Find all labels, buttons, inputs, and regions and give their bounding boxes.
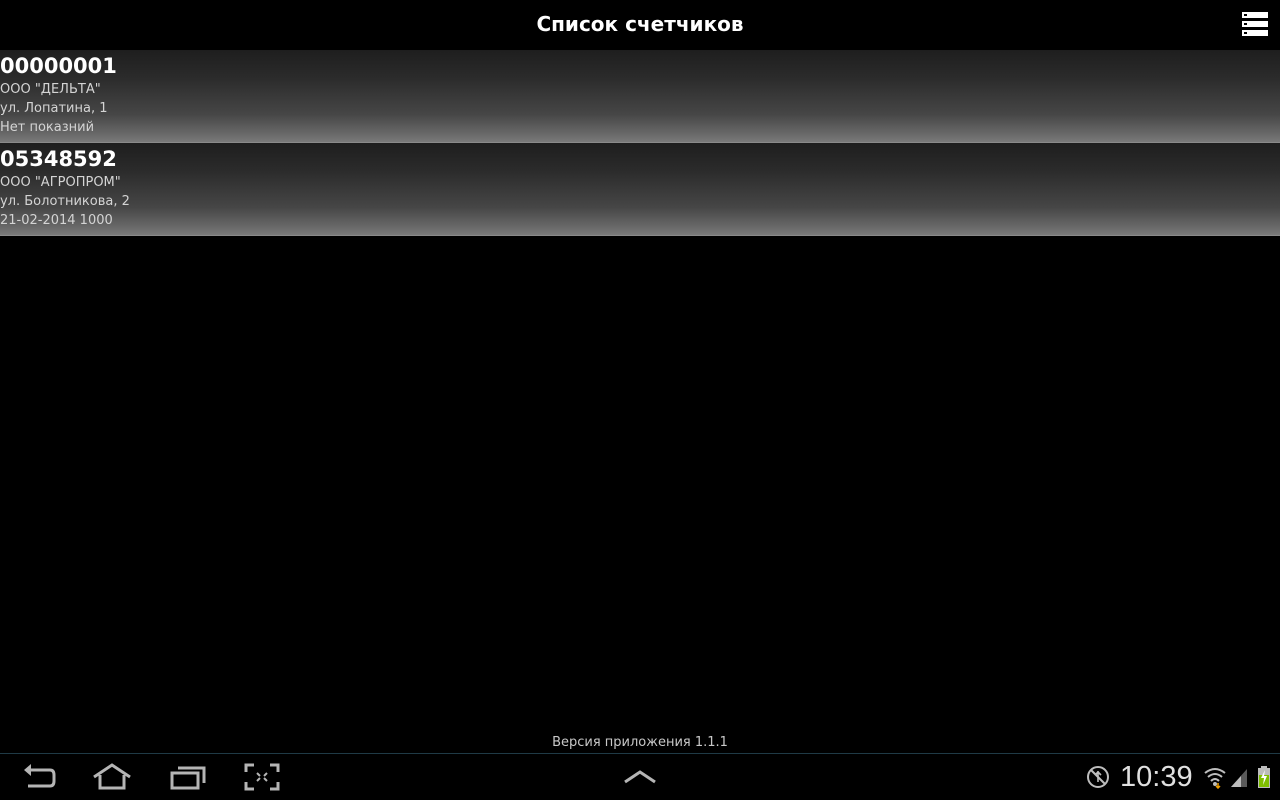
meter-reading: 21-02-2014 1000 [0, 213, 113, 228]
page-title: Список счетчиков [536, 12, 744, 36]
meter-organization: ООО "ДЕЛЬТА" [0, 82, 101, 97]
list-item[interactable]: 00000001 ООО "ДЕЛЬТА" ул. Лопатина, 1 Не… [0, 50, 1280, 143]
system-nav-bar: 10:39 [0, 753, 1280, 800]
meter-reading: Нет показний [0, 120, 95, 135]
meter-address: ул. Лопатина, 1 [0, 101, 108, 116]
app-version: Версия приложения 1.1.1 [552, 735, 728, 750]
back-icon[interactable] [20, 762, 60, 792]
usb-debug-icon [1086, 765, 1110, 793]
recent-apps-icon[interactable] [168, 762, 208, 792]
screen: Список счетчиков 00000001 ООО "ДЕЛЬТА" у… [0, 0, 1280, 800]
battery-icon [1256, 765, 1272, 793]
meter-number: 05348592 [0, 147, 117, 171]
action-bar: Список счетчиков [0, 0, 1280, 50]
list-menu-icon[interactable] [1240, 10, 1270, 40]
status-time: 10:39 [1120, 761, 1193, 793]
signal-icon [1229, 765, 1249, 793]
chevron-up-icon[interactable] [620, 762, 660, 792]
meter-organization: ООО "АГРОПРОМ" [0, 175, 121, 190]
home-icon[interactable] [92, 762, 132, 792]
list-item[interactable]: 05348592 ООО "АГРОПРОМ" ул. Болотникова,… [0, 143, 1280, 236]
screenshot-icon[interactable] [243, 762, 283, 792]
meter-address: ул. Болотникова, 2 [0, 194, 130, 209]
meter-number: 00000001 [0, 54, 117, 78]
wifi-icon [1203, 765, 1227, 793]
meter-list: 00000001 ООО "ДЕЛЬТА" ул. Лопатина, 1 Не… [0, 50, 1280, 236]
